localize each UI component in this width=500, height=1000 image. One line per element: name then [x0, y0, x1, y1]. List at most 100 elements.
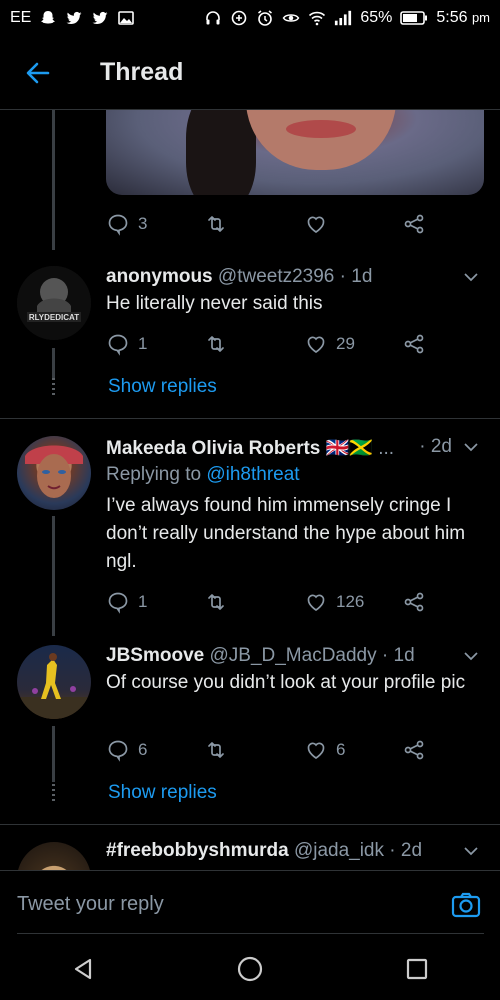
nav-back-button[interactable] — [63, 949, 103, 989]
thread-dots — [52, 378, 55, 396]
display-name[interactable]: Makeeda Olivia Roberts — [106, 438, 320, 459]
nav-recents-button[interactable] — [397, 949, 437, 989]
tweet-actions-top: 3 — [106, 210, 436, 238]
user-handle[interactable]: @jada_idk — [294, 840, 384, 861]
back-button[interactable] — [0, 36, 76, 110]
reply-count: 6 — [138, 740, 148, 759]
clock: 5:56 pm — [436, 9, 490, 26]
avatar[interactable] — [17, 645, 91, 719]
show-replies-link[interactable]: Show replies — [108, 376, 217, 398]
retweet-icon — [208, 336, 224, 352]
divider — [0, 418, 500, 419]
tweet-media-image[interactable] — [106, 110, 484, 195]
heart-icon — [307, 216, 325, 233]
reply-button[interactable]: 6 — [106, 738, 147, 762]
tweet-header: #freebobbyshmurda @jada_idk · 2d — [106, 840, 480, 862]
alarm-icon — [256, 9, 274, 27]
reply-count: 1 — [138, 592, 148, 611]
chevron-down-icon[interactable] — [462, 438, 480, 456]
tweet-text: Of course you didn’t look at your profil… — [106, 672, 466, 693]
twitter-bird-icon-2 — [91, 9, 109, 27]
eye-comfort-icon — [282, 9, 300, 27]
reply-icon — [108, 334, 128, 356]
like-button[interactable]: 29 — [304, 332, 355, 356]
retweet-button[interactable] — [204, 332, 228, 356]
avatar[interactable] — [17, 842, 91, 870]
battery-percent: 65% — [360, 9, 393, 26]
tweet-actions: 1 126 — [106, 588, 436, 616]
user-handle[interactable]: @tweetz2396 — [218, 266, 334, 287]
headphones-icon — [204, 9, 222, 27]
reply-composer: Tweet your reply — [0, 870, 500, 938]
user-handle[interactable]: @JB_D_MacDaddy — [209, 645, 376, 666]
thread-line — [52, 348, 55, 378]
retweet-icon — [208, 216, 224, 232]
thread-line — [52, 726, 55, 782]
share-button[interactable] — [402, 590, 426, 614]
square-recents-icon — [406, 958, 427, 980]
tweet-header: JBSmoove @JB_D_MacDaddy · 1d — [106, 645, 480, 667]
share-icon — [404, 740, 424, 760]
name-suffix: 🇬🇧🇯🇲 ... — [325, 438, 395, 459]
snapchat-icon — [39, 9, 57, 27]
display-name[interactable]: JBSmoove — [106, 645, 204, 666]
tweet-header: anonymous @tweetz2396 · 1d — [106, 266, 480, 288]
reply-count: 1 — [138, 334, 148, 353]
heart-icon — [307, 336, 325, 353]
reply-input[interactable]: Tweet your reply — [17, 893, 164, 916]
camera-icon[interactable] — [450, 889, 482, 921]
share-icon — [404, 334, 424, 354]
share-button[interactable] — [402, 738, 426, 762]
thread-feed[interactable]: 3 RLYDEDICAT anonymous @tweetz2396 · 1d … — [0, 110, 500, 870]
wifi-icon — [308, 9, 326, 27]
tweet-time: · 1d — [381, 645, 415, 666]
status-bar: EE 65% 5:56 pm — [0, 0, 500, 36]
like-button[interactable] — [304, 212, 328, 236]
avatar[interactable] — [17, 436, 91, 510]
like-count: 29 — [336, 334, 355, 353]
retweet-button[interactable] — [204, 212, 228, 236]
reply-button[interactable]: 1 — [106, 590, 147, 614]
retweet-button[interactable] — [204, 590, 228, 614]
thread-line — [52, 516, 55, 636]
twitter-bird-icon — [65, 9, 83, 27]
share-button[interactable] — [402, 332, 426, 356]
share-icon — [404, 592, 424, 612]
signal-icon — [334, 9, 352, 27]
tweet-time: · 1d — [339, 266, 373, 287]
page-title: Thread — [100, 58, 184, 86]
display-name[interactable]: #freebobbyshmurda — [106, 840, 289, 861]
gallery-icon — [117, 9, 135, 27]
replying-to: Replying to @ih8threat — [106, 464, 300, 485]
reply-button[interactable]: 1 — [106, 332, 147, 356]
thread-dots — [52, 784, 55, 802]
heart-icon — [307, 594, 325, 611]
avatar-text: RLYDEDICAT — [29, 313, 79, 322]
chevron-down-icon[interactable] — [462, 647, 480, 665]
thread-header: Thread — [0, 36, 500, 110]
retweet-icon — [208, 594, 224, 610]
reply-button[interactable]: 3 — [106, 212, 147, 236]
chevron-down-icon[interactable] — [462, 268, 480, 286]
retweet-button[interactable] — [204, 738, 228, 762]
replying-handle-link[interactable]: @ih8threat — [206, 464, 299, 485]
heart-icon — [307, 742, 325, 759]
display-name[interactable]: anonymous — [106, 266, 213, 287]
tweet-actions: 1 29 — [106, 330, 436, 358]
like-count: 126 — [336, 592, 365, 611]
tweet-header: Makeeda Olivia Roberts 🇬🇧🇯🇲 ... — [106, 436, 440, 460]
show-replies-link[interactable]: Show replies — [108, 782, 217, 804]
nav-home-button[interactable] — [230, 949, 270, 989]
data-saver-icon — [230, 9, 248, 27]
retweet-icon — [208, 742, 224, 758]
like-button[interactable]: 126 — [304, 590, 364, 614]
avatar[interactable]: RLYDEDICAT — [17, 266, 91, 340]
divider — [0, 824, 500, 825]
share-button[interactable] — [402, 212, 426, 236]
share-icon — [404, 214, 424, 234]
reply-icon — [108, 214, 128, 236]
reply-icon — [108, 740, 128, 762]
system-nav-bar — [0, 938, 500, 1000]
like-button[interactable]: 6 — [304, 738, 345, 762]
chevron-down-icon[interactable] — [462, 842, 480, 860]
